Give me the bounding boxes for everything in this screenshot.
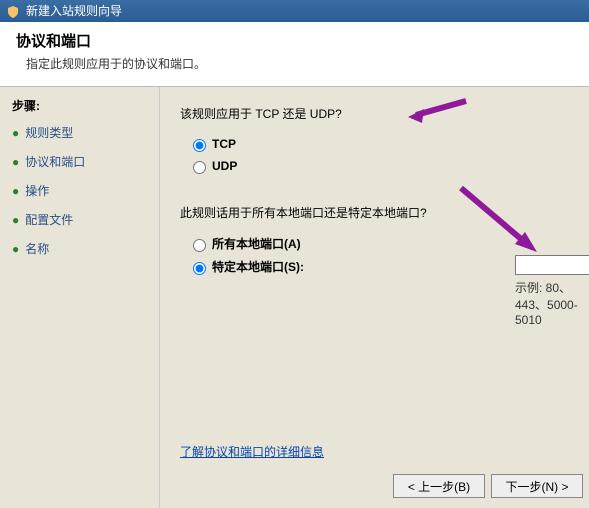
bullet-icon: ●: [12, 184, 19, 198]
step-label: 规则类型: [25, 124, 73, 141]
back-button[interactable]: < 上一步(B): [393, 474, 485, 498]
step-label: 协议和端口: [25, 153, 85, 170]
radio-specific-ports[interactable]: [193, 262, 206, 275]
window-title: 新建入站规则向导: [26, 0, 122, 22]
radio-udp-label: UDP: [212, 159, 237, 173]
bullet-icon: ●: [12, 155, 19, 169]
radio-udp[interactable]: [193, 161, 206, 174]
step-profile[interactable]: ● 配置文件: [12, 211, 147, 228]
radio-specific-ports-label: 特定本地端口(S):: [212, 258, 304, 275]
radio-udp-row[interactable]: UDP: [180, 158, 583, 174]
step-name[interactable]: ● 名称: [12, 240, 147, 257]
bullet-icon: ●: [12, 126, 19, 140]
radio-tcp-row[interactable]: TCP: [180, 136, 583, 152]
radio-tcp-label: TCP: [212, 137, 236, 151]
steps-sidebar: 步骤: ● 规则类型 ● 协议和端口 ● 操作 ● 配置文件 ● 名称: [0, 87, 160, 508]
page-title: 协议和端口: [16, 30, 577, 51]
radio-tcp[interactable]: [193, 139, 206, 152]
next-button[interactable]: 下一步(N) >: [491, 474, 583, 498]
protocol-section: 该规则应用于 TCP 还是 UDP? TCP UDP: [180, 105, 583, 174]
wizard-buttons: < 上一步(B) 下一步(N) >: [393, 474, 583, 498]
port-example: 示例: 80、443、5000-5010: [515, 279, 589, 327]
learn-more-link[interactable]: 了解协议和端口的详细信息: [180, 443, 324, 460]
step-label: 名称: [25, 240, 49, 257]
wizard-content: 步骤: ● 规则类型 ● 协议和端口 ● 操作 ● 配置文件 ● 名称 该规则应…: [0, 87, 589, 508]
step-label: 操作: [25, 182, 49, 199]
step-action[interactable]: ● 操作: [12, 182, 147, 199]
step-protocol-ports[interactable]: ● 协议和端口: [12, 153, 147, 170]
main-panel: 该规则应用于 TCP 还是 UDP? TCP UDP 此规则话用于所有本地端口还…: [160, 87, 589, 508]
radio-all-ports[interactable]: [193, 239, 206, 252]
steps-title: 步骤:: [12, 97, 147, 114]
window-titlebar: 新建入站规则向导: [0, 0, 589, 22]
page-subtitle: 指定此规则应用于的协议和端口。: [16, 55, 577, 72]
radio-all-ports-label: 所有本地端口(A): [212, 235, 301, 252]
bullet-icon: ●: [12, 242, 19, 256]
ports-question: 此规则话用于所有本地端口还是特定本地端口?: [180, 204, 583, 221]
step-label: 配置文件: [25, 211, 73, 228]
shield-icon: [6, 4, 20, 18]
bullet-icon: ●: [12, 213, 19, 227]
wizard-header: 协议和端口 指定此规则应用于的协议和端口。: [0, 22, 589, 87]
protocol-question: 该规则应用于 TCP 还是 UDP?: [180, 105, 583, 122]
port-input[interactable]: [515, 255, 589, 275]
radio-all-ports-row[interactable]: 所有本地端口(A): [180, 235, 583, 252]
step-rule-type[interactable]: ● 规则类型: [12, 124, 147, 141]
